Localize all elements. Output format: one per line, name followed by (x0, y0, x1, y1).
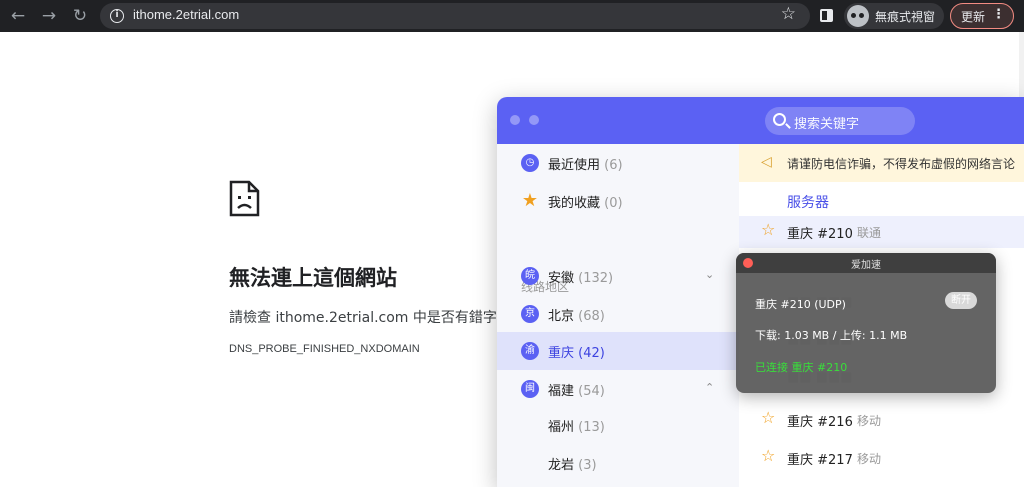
sidebar-subitem-longyan[interactable]: 龙岩 (3) (548, 454, 597, 473)
subregion-count: (13) (578, 420, 605, 435)
recent-count: (6) (604, 158, 623, 173)
speaker-icon: ◁ (761, 154, 772, 170)
search-icon (773, 113, 786, 126)
subregion-label: 福州 (548, 420, 575, 435)
region-badge-icon: 闽 (521, 380, 539, 398)
region-sidebar: ◷ 最近使用 (6) ★ 我的收藏 (0) 线路地区 皖 安徽 (132) ⌄ … (497, 144, 739, 487)
window-control-dot[interactable] (529, 115, 539, 125)
address-bar[interactable]: i ithome.2etrial.com ☆ (100, 3, 810, 29)
sidebar-item-favorites[interactable]: ★ 我的收藏 (0) (497, 182, 739, 220)
popup-titlebar: 爱加速 (736, 253, 996, 273)
clock-icon: ◷ (521, 154, 539, 172)
server-isp: 联通 (857, 226, 882, 240)
sidebar-item-label: 最近使用 (6) (548, 154, 623, 173)
subregion-count: (3) (578, 458, 597, 473)
incognito-indicator[interactable]: 無痕式視窗 (844, 3, 944, 29)
sidebar-item-anhui[interactable]: 皖 安徽 (132) ⌄ (497, 257, 739, 295)
error-code: DNS_PROBE_FINISHED_NXDOMAIN (229, 343, 420, 355)
search-placeholder[interactable]: 搜索关键字 (794, 113, 859, 132)
disconnect-button[interactable]: 断开 (945, 292, 977, 309)
bookmark-star-icon[interactable]: ☆ (781, 4, 796, 24)
traffic-stats: 下载: 1.03 MB / 上传: 1.1 MB (755, 329, 908, 342)
server-row[interactable]: ☆ 重庆 #216 移动 (739, 404, 1024, 436)
star-icon: ★ (521, 190, 539, 211)
back-arrow-icon[interactable]: ← (6, 4, 30, 28)
more-menu-icon[interactable]: ⋮ (992, 7, 1005, 23)
sad-document-icon (229, 180, 260, 217)
browser-toolbar: ← → ↻ i ithome.2etrial.com ☆ 無痕式視窗 更新 ⋮ (0, 0, 1024, 32)
recent-label: 最近使用 (548, 158, 601, 173)
sidebar-item-chongqing[interactable]: 渝 重庆 (42) (497, 332, 739, 370)
server-name: 重庆 #216 (787, 415, 853, 430)
subregion-label: 龙岩 (548, 458, 575, 473)
server-row[interactable]: ☆ 重庆 #210 联通 (739, 216, 1024, 248)
region-count: (54) (578, 384, 605, 399)
server-row[interactable]: ☆ 重庆 #217 移动 (739, 442, 1024, 474)
favorites-label: 我的收藏 (548, 196, 601, 211)
search-box[interactable]: 搜索关键字 (765, 107, 915, 135)
incognito-icon (847, 5, 869, 27)
server-name: 重庆 #210 (787, 227, 853, 242)
update-label: 更新 (961, 10, 986, 24)
window-control-dot[interactable] (510, 115, 520, 125)
notice-text: 请谨防电信诈骗，不得发布虚假的网络言论 (787, 157, 1016, 171)
sidebar-item-label: 北京 (68) (548, 305, 605, 324)
chevron-down-icon[interactable]: ⌄ (705, 268, 714, 281)
sidebar-item-label: 福建 (54) (548, 380, 605, 399)
connected-server: 重庆 #210 (UDP) (755, 298, 846, 311)
sidebar-item-beijing[interactable]: 京 北京 (68) (497, 295, 739, 333)
error-title: 無法連上這個網站 (229, 266, 397, 290)
server-isp: 移动 (857, 452, 882, 466)
favorite-star-icon[interactable]: ☆ (761, 408, 775, 427)
sidebar-item-fujian[interactable]: 闽 福建 (54) ⌃ (497, 370, 739, 408)
popup-title: 爱加速 (851, 260, 881, 271)
url-text[interactable]: ithome.2etrial.com (133, 7, 239, 22)
region-count: (132) (578, 271, 614, 286)
sidebar-item-label: 安徽 (132) (548, 267, 613, 286)
server-isp: 移动 (857, 414, 882, 428)
region-count: (68) (578, 309, 605, 324)
reload-icon[interactable]: ↻ (68, 4, 92, 28)
region-badge-icon: 渝 (521, 342, 539, 360)
app-header: 搜索关键字 (497, 97, 1024, 144)
forward-arrow-icon[interactable]: → (37, 4, 61, 28)
sidebar-subitem-fuzhou[interactable]: 福州 (13) (548, 416, 605, 435)
error-message: 請檢查 ithome.2etrial.com 中是否有錯字。 (229, 310, 511, 326)
region-label: 福建 (548, 384, 575, 399)
server-name: 重庆 #217 (787, 453, 853, 468)
region-badge-icon: 京 (521, 305, 539, 323)
side-panel-icon[interactable] (820, 9, 833, 22)
update-button[interactable]: 更新 ⋮ (950, 3, 1014, 29)
sidebar-item-label: 重庆 (42) (548, 342, 605, 361)
favorite-star-icon[interactable]: ☆ (761, 220, 775, 239)
sidebar-item-recent[interactable]: ◷ 最近使用 (6) (497, 144, 739, 182)
favorite-star-icon[interactable]: ☆ (761, 446, 775, 465)
chevron-up-icon[interactable]: ⌃ (705, 381, 714, 394)
favorites-count: (0) (604, 196, 623, 211)
connection-status: 已连接 重庆 #210 (755, 361, 848, 374)
server-heading: 服务器 (787, 195, 829, 211)
site-info-icon[interactable]: i (110, 9, 124, 23)
incognito-label: 無痕式視窗 (875, 10, 936, 24)
region-label: 安徽 (548, 271, 575, 286)
connection-popup: 爱加速 重庆 #210 (UDP) 断开 下载: 1.03 MB / 上传: 1… (736, 253, 996, 393)
notice-banner: ◁ 请谨防电信诈骗，不得发布虚假的网络言论 (739, 144, 1024, 182)
region-badge-icon: 皖 (521, 267, 539, 285)
region-label: 北京 (548, 309, 575, 324)
region-count: (42) (578, 346, 605, 361)
region-label: 重庆 (548, 346, 575, 361)
sidebar-item-label: 我的收藏 (0) (548, 192, 623, 211)
